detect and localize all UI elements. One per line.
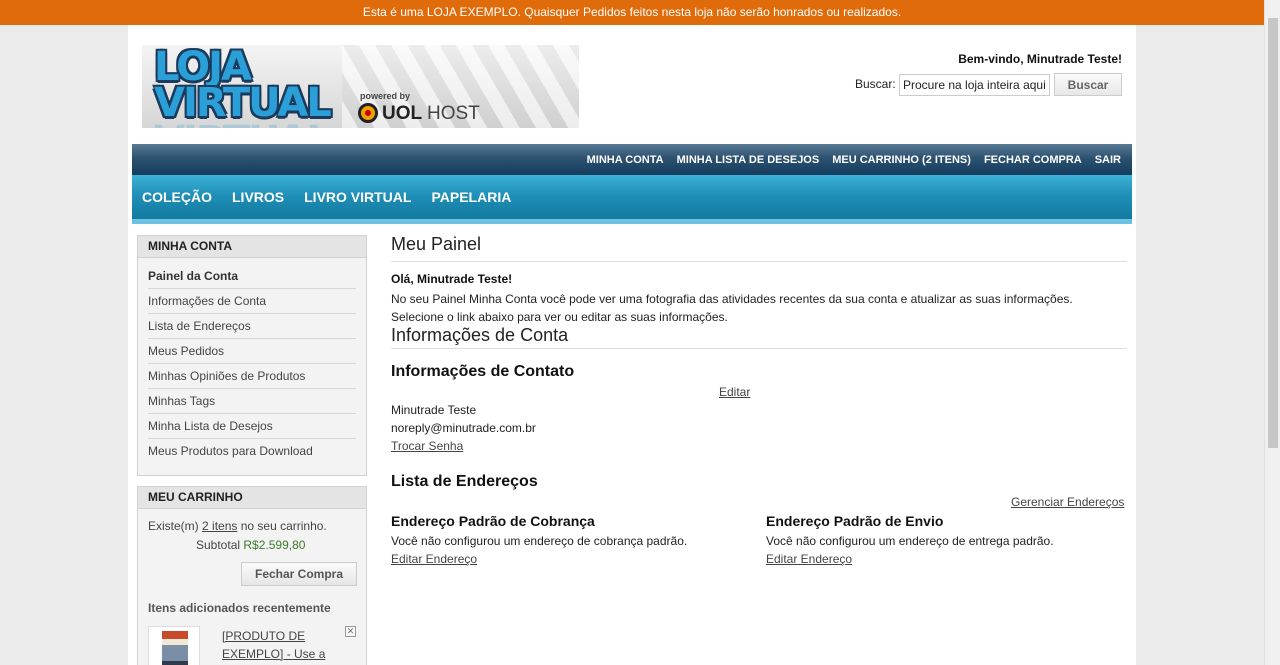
address-book-title: Lista de Endereços [391,473,538,490]
subtotal-value: R$2.599,80 [243,538,306,552]
account-nav-downloads[interactable]: Meus Produtos para Download [148,439,356,464]
top-links-bar: MINHA CONTA MINHA LISTA DE DESEJOS MEU C… [132,144,1132,175]
scrollbar-thumb[interactable] [1268,18,1278,448]
category-colecao[interactable]: COLEÇÃO [142,189,212,205]
top-link-wishlist[interactable]: MINHA LISTA DE DESEJOS [677,154,820,166]
page-title: Meu Painel [391,234,1127,262]
account-navigation: MINHA CONTA Painel da Conta Informações … [137,235,367,476]
cart-summary-suffix: no seu carrinho. [240,519,327,533]
account-nav-address-book[interactable]: Lista de Endereços [148,314,356,339]
category-papelaria[interactable]: PAPELARIA [431,189,511,205]
demo-store-notice: Esta é uma LOJA EXEMPLO. Quaisquer Pedid… [0,0,1264,25]
logo-reflection: VIRTUAL [154,121,332,128]
account-nav-wishlist[interactable]: Minha Lista de Desejos [148,414,356,439]
edit-billing-address-link[interactable]: Editar Endereço [391,552,477,566]
account-nav-title: MINHA CONTA [138,236,366,258]
mini-cart-title: MEU CARRINHO [138,487,366,509]
contact-email: noreply@minutrade.com.br [391,421,536,435]
subtotal-label: Subtotal [196,538,241,552]
shipping-address-text: Você não configurou um endereço de entre… [766,534,1054,548]
edit-contact-link[interactable]: Editar [719,385,750,399]
search-input[interactable] [899,74,1050,96]
cart-subtotal: Subtotal R$2.599,80 [196,538,305,552]
contact-info-title: Informações de Contato [391,363,575,380]
hello-message: Olá, Minutrade Teste! [391,272,513,286]
account-nav-reviews[interactable]: Minhas Opiniões de Produtos [148,364,356,389]
account-nav-orders[interactable]: Meus Pedidos [148,339,356,364]
top-link-cart[interactable]: MEU CARRINHO (2 ITENS) [832,154,971,166]
change-password-link[interactable]: Trocar Senha [391,439,463,453]
recent-product-image[interactable] [148,626,200,665]
account-info-title: Informações de Conta [391,325,1127,349]
category-livro-virtual[interactable]: LIVRO VIRTUAL [304,189,411,205]
account-nav-tags[interactable]: Minhas Tags [148,389,356,414]
remove-item-icon[interactable]: ✕ [345,626,356,637]
logo-title-line2: VIRTUAL [154,80,332,126]
cart-summary: Existe(m) 2 itens no seu carrinho. [148,519,327,533]
cart-items-link[interactable]: 2 itens [202,519,237,533]
recent-product-name[interactable]: [PRODUTO DE EXEMPLO] - Use a [222,627,342,663]
category-livros[interactable]: LIVROS [232,189,284,205]
uol-logo-icon [358,103,378,123]
account-nav-account-info[interactable]: Informações de Conta [148,289,356,314]
product-cover-image [162,631,188,665]
welcome-message: Bem-vindo, Minutrade Teste! [958,52,1122,66]
logo-brand-host: HOST [427,103,480,124]
search-label: Buscar: [855,77,896,91]
cart-summary-prefix: Existe(m) [148,519,199,533]
contact-name: Minutrade Teste [391,403,477,417]
shipping-address-title: Endereço Padrão de Envio [766,513,944,529]
top-link-my-account[interactable]: MINHA CONTA [587,154,664,166]
page-container: LOJA VIRTUAL VIRTUAL powered by UOL HOST… [128,25,1136,665]
page-scrollbar[interactable] [1264,0,1280,665]
mini-cart: MEU CARRINHO Existe(m) 2 itens no seu ca… [137,486,367,665]
billing-address-text: Você não configurou um endereço de cobra… [391,534,688,548]
recent-items-title: Itens adicionados recentemente [148,601,331,615]
category-nav: COLEÇÃO LIVROS LIVRO VIRTUAL PAPELARIA [132,175,1132,224]
account-nav-dashboard[interactable]: Painel da Conta [148,264,356,289]
dashboard-intro: No seu Painel Minha Conta você pode ver … [391,292,1073,324]
edit-shipping-address-link[interactable]: Editar Endereço [766,552,852,566]
top-link-checkout[interactable]: FECHAR COMPRA [984,154,1082,166]
logo-brand-uol: UOL [382,103,423,124]
search-button[interactable]: Buscar [1054,73,1122,96]
manage-addresses-link[interactable]: Gerenciar Endereços [1011,495,1124,509]
store-logo[interactable]: LOJA VIRTUAL VIRTUAL powered by UOL HOST [142,45,579,128]
checkout-button[interactable]: Fechar Compra [241,562,357,586]
logo-title: LOJA VIRTUAL [154,47,332,126]
top-link-logout[interactable]: SAIR [1095,154,1121,166]
logo-powered-by: powered by [360,91,411,101]
billing-address-title: Endereço Padrão de Cobrança [391,513,595,529]
